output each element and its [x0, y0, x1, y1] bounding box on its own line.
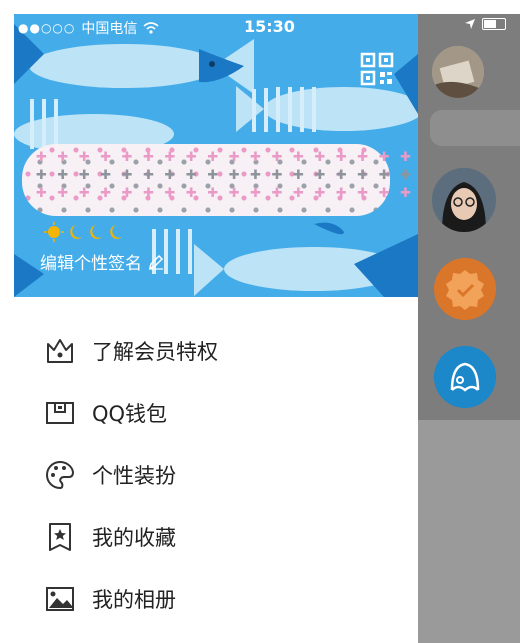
status-time: 15:30	[244, 17, 295, 36]
menu-item-vip-privileges[interactable]: 了解会员特权	[44, 331, 218, 371]
wifi-icon	[143, 22, 159, 34]
signature-label: 编辑个性签名	[40, 254, 142, 274]
menu-item-label: 我的相册	[92, 588, 176, 612]
battery-icon	[482, 18, 506, 30]
qq-level-icons[interactable]	[44, 222, 134, 246]
photo-album-icon	[44, 583, 76, 615]
avatar[interactable]	[432, 168, 496, 232]
status-bar-right	[464, 18, 506, 30]
contacts-icon[interactable]	[434, 346, 496, 408]
location-arrow-icon	[465, 19, 475, 29]
menu-item-label: 个性装扮	[92, 464, 176, 488]
qr-code-icon[interactable]	[360, 52, 394, 86]
verified-badge-icon[interactable]	[434, 258, 496, 320]
menu-item-label: 我的收藏	[92, 526, 176, 550]
nickname-pattern: ✚ ✚ ✚ ✚ ✚ ✚ ✚ ✚ ✚ ✚ ✚ ✚ ✚ ✚ ✚ ✚ ✚ ✚	[36, 186, 415, 201]
menu-item-my-favorites[interactable]: 我的收藏	[44, 517, 176, 557]
wallet-icon	[44, 397, 76, 429]
menu-item-personal-dressup[interactable]: 个性装扮	[44, 455, 176, 495]
dimmed-main-screen[interactable]	[418, 14, 520, 643]
edit-signature[interactable]: 编辑个性签名	[40, 249, 164, 274]
signal-strength: ●●○○○	[18, 21, 76, 35]
carrier-name: 中国电信	[81, 21, 138, 37]
menu-item-my-album[interactable]: 我的相册	[44, 579, 176, 619]
nickname-banner[interactable]: ✚ ✚ ✚ ✚ ✚ ✚ ✚ ✚ ✚ ✚ ✚ ✚ ✚ ✚ ✚ ✚ ✚ ✚ ✚ ✚ …	[22, 144, 411, 216]
pencil-icon	[148, 254, 164, 270]
menu-item-label: QQ钱包	[92, 402, 168, 426]
side-drawer: ●●○○○ 中国电信 15:30 ✚ ✚ ✚ ✚ ✚ ✚ ✚ ✚ ✚ ✚ ✚ ✚…	[14, 14, 418, 643]
nickname-pattern: ✚ ✚ ✚ ✚ ✚ ✚ ✚ ✚ ✚ ✚ ✚ ✚ ✚ ✚ ✚ ✚ ✚ ✚	[36, 150, 415, 165]
avatar[interactable]	[432, 46, 484, 98]
status-bar-left: ●●○○○ 中国电信	[18, 18, 159, 38]
palette-icon	[44, 459, 76, 491]
profile-header: ●●○○○ 中国电信 15:30 ✚ ✚ ✚ ✚ ✚ ✚ ✚ ✚ ✚ ✚ ✚ ✚…	[14, 14, 418, 297]
menu-item-qq-wallet[interactable]: QQ钱包	[44, 393, 167, 433]
nickname-pattern: ✚ ✚ ✚ ✚ ✚ ✚ ✚ ✚ ✚ ✚ ✚ ✚ ✚ ✚ ✚ ✚ ✚ ✚	[36, 168, 415, 183]
star-bookmark-icon	[44, 521, 76, 553]
search-bar[interactable]	[430, 110, 520, 146]
menu-item-label: 了解会员特权	[92, 340, 218, 364]
crown-icon	[44, 335, 76, 367]
